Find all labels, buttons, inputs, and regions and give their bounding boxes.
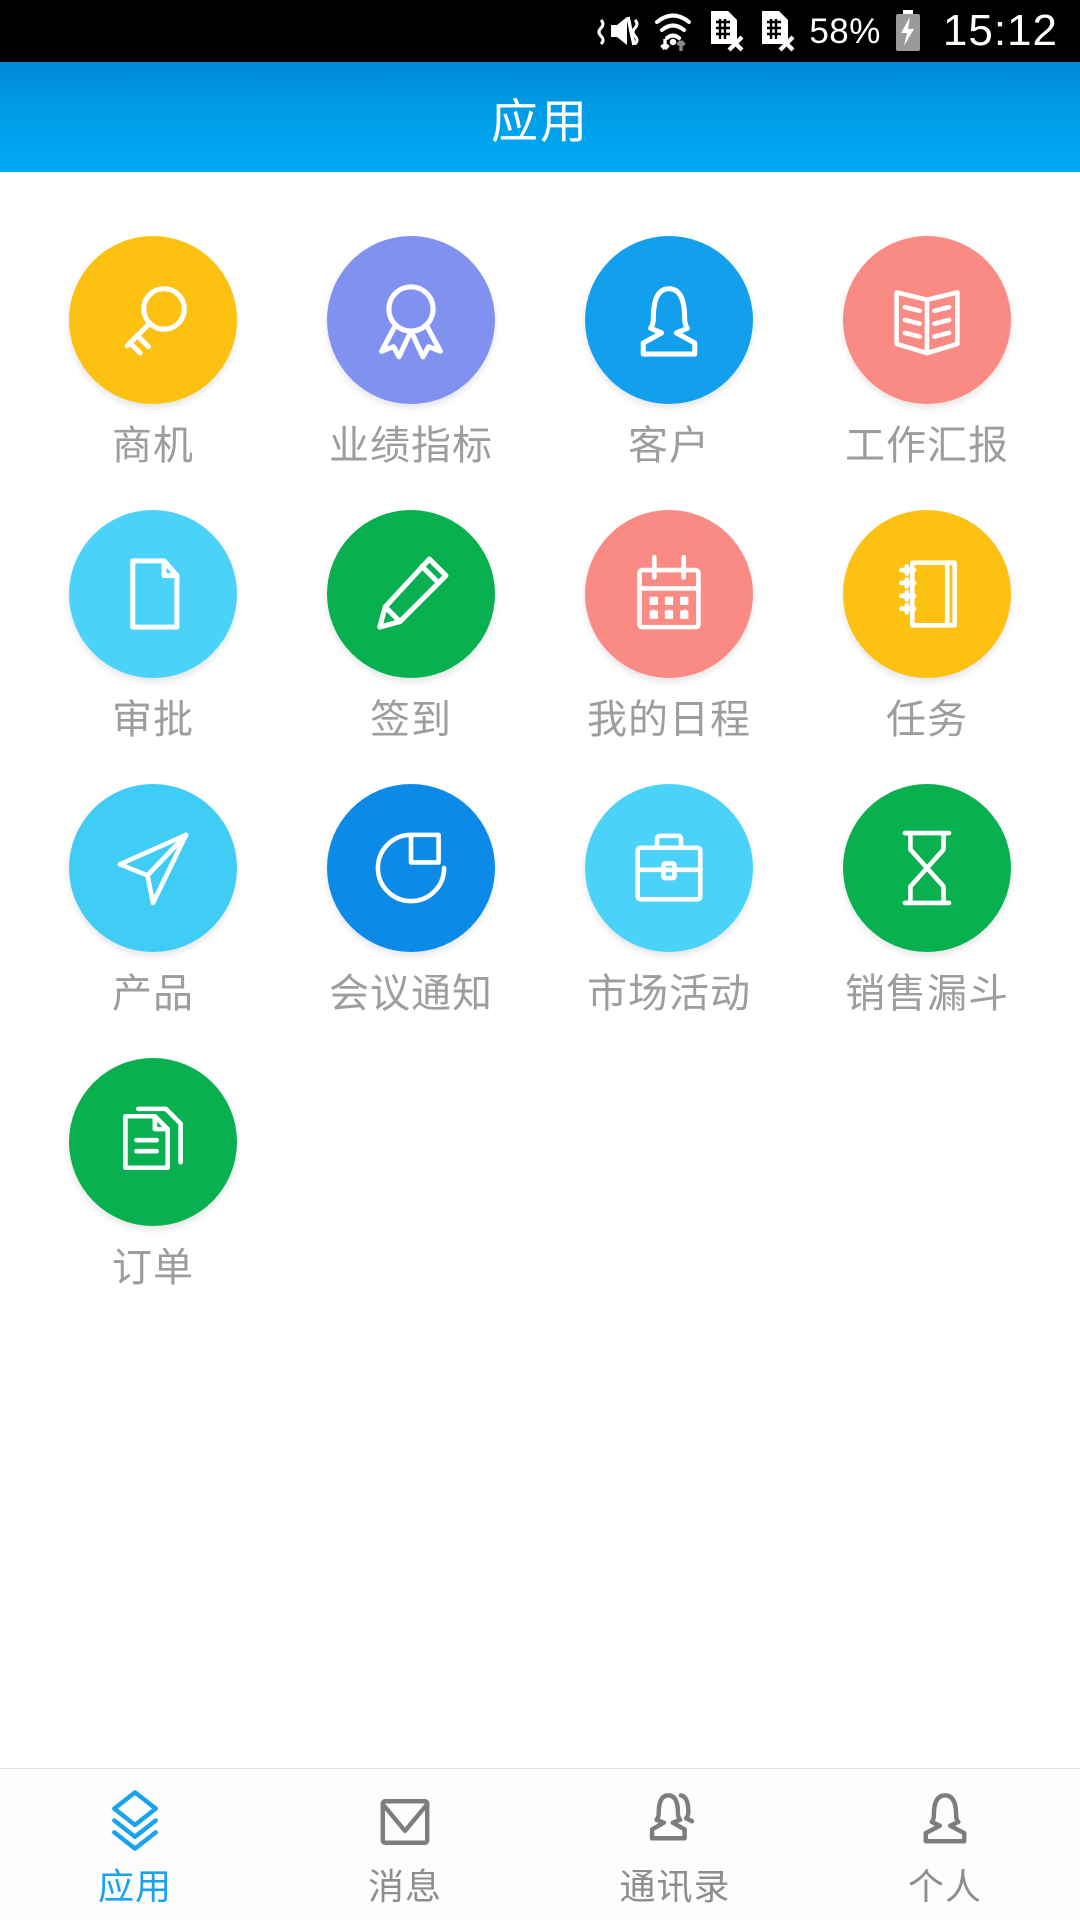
app-grid: 商机 业绩指标 客户 工作汇报 审批 签到 我的日程 任务 产品 会议通知 市场…: [0, 236, 1080, 1290]
app-item-meeting-notice[interactable]: 会议通知: [282, 784, 540, 1016]
app-item-approval[interactable]: 审批: [24, 510, 282, 742]
sim1-no-signal-icon: [707, 9, 745, 53]
app-item-work-report[interactable]: 工作汇报: [798, 236, 1056, 468]
battery-charging-icon: [894, 9, 922, 53]
app-header: 应用: [0, 62, 1080, 172]
app-item-market-activity[interactable]: 市场活动: [540, 784, 798, 1016]
documents-stack-icon: [69, 1058, 237, 1226]
app-item-label: 我的日程: [587, 698, 751, 742]
app-item-label: 客户: [628, 424, 710, 468]
app-item-label: 商机: [112, 424, 194, 468]
vibrate-mute-icon: [597, 11, 639, 51]
paper-plane-icon: [69, 784, 237, 952]
app-item-sales-funnel[interactable]: 销售漏斗: [798, 784, 1056, 1016]
envelope-icon: [368, 1785, 442, 1859]
tab-profile[interactable]: 个人: [810, 1769, 1080, 1920]
tab-messages[interactable]: 消息: [270, 1769, 540, 1920]
contacts-icon: [638, 1785, 712, 1859]
magnifier-key-icon: [69, 236, 237, 404]
app-item-label: 工作汇报: [845, 424, 1009, 468]
person-customer-icon: [585, 236, 753, 404]
hourglass-icon: [843, 784, 1011, 952]
tab-contacts[interactable]: 通讯录: [540, 1769, 810, 1920]
phone-screen: 58% 15:12 应用 商机 业绩指标 客户 工作汇报 审批 签到 我的日程 …: [0, 0, 1080, 1920]
app-item-customer[interactable]: 客户: [540, 236, 798, 468]
tab-label: 消息: [367, 1865, 442, 1907]
app-item-opportunity[interactable]: 商机: [24, 236, 282, 468]
app-item-product[interactable]: 产品: [24, 784, 282, 1016]
tab-label: 应用: [97, 1865, 172, 1907]
status-bar: 58% 15:12: [0, 0, 1080, 62]
sim2-no-signal-icon: [758, 9, 796, 53]
app-item-checkin[interactable]: 签到: [282, 510, 540, 742]
app-item-label: 审批: [112, 698, 194, 742]
battery-percent-label: 58%: [809, 11, 881, 51]
app-item-label: 产品: [112, 972, 194, 1016]
notebook-icon: [843, 510, 1011, 678]
app-item-label: 任务: [886, 698, 968, 742]
layers-stack-icon: [98, 1785, 172, 1859]
app-item-task[interactable]: 任务: [798, 510, 1056, 742]
award-ribbon-icon: [327, 236, 495, 404]
briefcase-icon: [585, 784, 753, 952]
app-item-label: 签到: [370, 698, 452, 742]
tab-label: 通讯录: [619, 1865, 731, 1907]
status-clock: 15:12: [942, 6, 1058, 55]
calendar-icon: [585, 510, 753, 678]
pencil-icon: [327, 510, 495, 678]
app-item-schedule[interactable]: 我的日程: [540, 510, 798, 742]
app-item-order[interactable]: 订单: [24, 1058, 282, 1290]
app-item-label: 会议通知: [329, 972, 493, 1016]
app-grid-area: 商机 业绩指标 客户 工作汇报 审批 签到 我的日程 任务 产品 会议通知 市场…: [0, 172, 1080, 1768]
app-item-label: 业绩指标: [329, 424, 493, 468]
open-book-icon: [843, 236, 1011, 404]
app-item-label: 订单: [112, 1246, 194, 1290]
page-title: 应用: [491, 94, 589, 148]
bottom-tab-bar: 应用 消息 通讯录 个人: [0, 1768, 1080, 1920]
wifi-data-icon: [652, 9, 694, 53]
tab-label: 个人: [907, 1865, 982, 1907]
app-item-label: 市场活动: [587, 972, 751, 1016]
document-page-icon: [69, 510, 237, 678]
app-item-performance[interactable]: 业绩指标: [282, 236, 540, 468]
app-item-label: 销售漏斗: [845, 972, 1009, 1016]
pie-chart-icon: [327, 784, 495, 952]
user-icon: [908, 1785, 982, 1859]
tab-apps[interactable]: 应用: [0, 1769, 270, 1920]
